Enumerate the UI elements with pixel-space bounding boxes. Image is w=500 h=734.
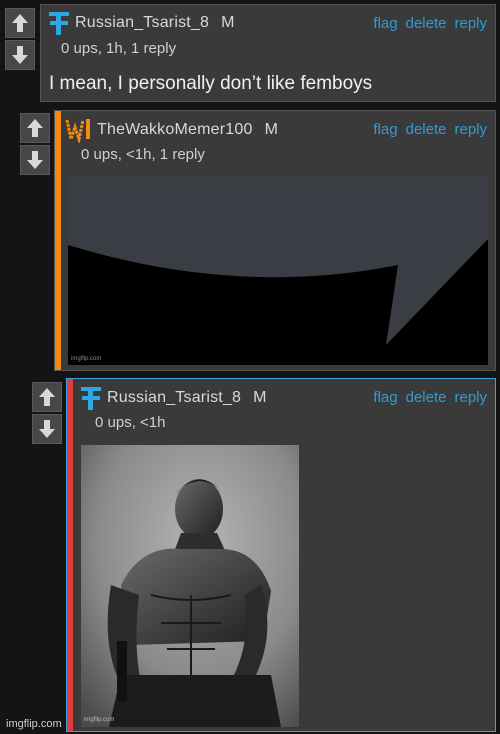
username[interactable]: TheWakkoMemer100: [97, 121, 253, 139]
arrow-down-icon: [39, 420, 55, 438]
comment-actions: flag delete reply: [373, 121, 487, 138]
tsarist-logo-icon: [49, 12, 69, 35]
upvote-button[interactable]: [5, 8, 35, 38]
page-watermark: imgflip.com: [6, 718, 62, 730]
arrow-up-icon: [39, 388, 55, 406]
comment-image[interactable]: imgflip.com: [81, 445, 299, 727]
comment-meta: 0 ups, 1h, 1 reply: [61, 40, 177, 57]
arrow-up-icon: [27, 119, 43, 137]
comment-meta: 0 ups, <1h: [95, 414, 166, 431]
flag-link[interactable]: flag: [373, 121, 397, 138]
nest-stripe: [55, 111, 61, 370]
comment-text: I mean, I personally don’t like femboys: [49, 73, 373, 94]
flag-link[interactable]: flag: [373, 15, 397, 32]
reply-link[interactable]: reply: [454, 389, 487, 406]
vote-column: [5, 8, 37, 72]
image-watermark: imgflip.com: [84, 717, 115, 723]
delete-link[interactable]: delete: [406, 15, 447, 32]
arrow-down-icon: [27, 151, 43, 169]
mod-badge: M: [253, 389, 267, 406]
nest-stripe: [67, 379, 73, 731]
delete-link[interactable]: delete: [406, 121, 447, 138]
comment-1: Russian_Tsarist_8 M flag delete reply 0 …: [40, 4, 496, 102]
arrow-up-icon: [12, 14, 28, 32]
comment-actions: flag delete reply: [373, 15, 487, 32]
downvote-button[interactable]: [32, 414, 62, 444]
reply-link[interactable]: reply: [454, 15, 487, 32]
downvote-button[interactable]: [20, 145, 50, 175]
flag-link[interactable]: flag: [373, 389, 397, 406]
reply-link[interactable]: reply: [454, 121, 487, 138]
mod-badge: M: [221, 14, 235, 31]
delete-link[interactable]: delete: [406, 389, 447, 406]
tsarist-logo-icon: [81, 387, 101, 410]
comment-image[interactable]: imgflip.com: [68, 177, 488, 365]
speech-bubble-image: [68, 177, 488, 365]
username[interactable]: Russian_Tsarist_8: [75, 14, 209, 32]
upvote-button[interactable]: [20, 113, 50, 143]
wakko-logo-icon: [65, 119, 90, 143]
comment-meta: 0 ups, <1h, 1 reply: [81, 146, 205, 163]
vote-column: [32, 382, 64, 446]
mod-badge: M: [264, 121, 278, 138]
vote-column: [20, 113, 52, 177]
gigachad-photo-image: [81, 445, 299, 727]
username[interactable]: Russian_Tsarist_8: [107, 389, 241, 407]
downvote-button[interactable]: [5, 40, 35, 70]
upvote-button[interactable]: [32, 382, 62, 412]
arrow-down-icon: [12, 46, 28, 64]
image-watermark: imgflip.com: [71, 356, 102, 362]
comment-3: Russian_Tsarist_8 M flag delete reply 0 …: [66, 378, 496, 732]
comment-actions: flag delete reply: [373, 389, 487, 406]
comment-2: TheWakkoMemer100 M flag delete reply 0 u…: [54, 110, 496, 371]
